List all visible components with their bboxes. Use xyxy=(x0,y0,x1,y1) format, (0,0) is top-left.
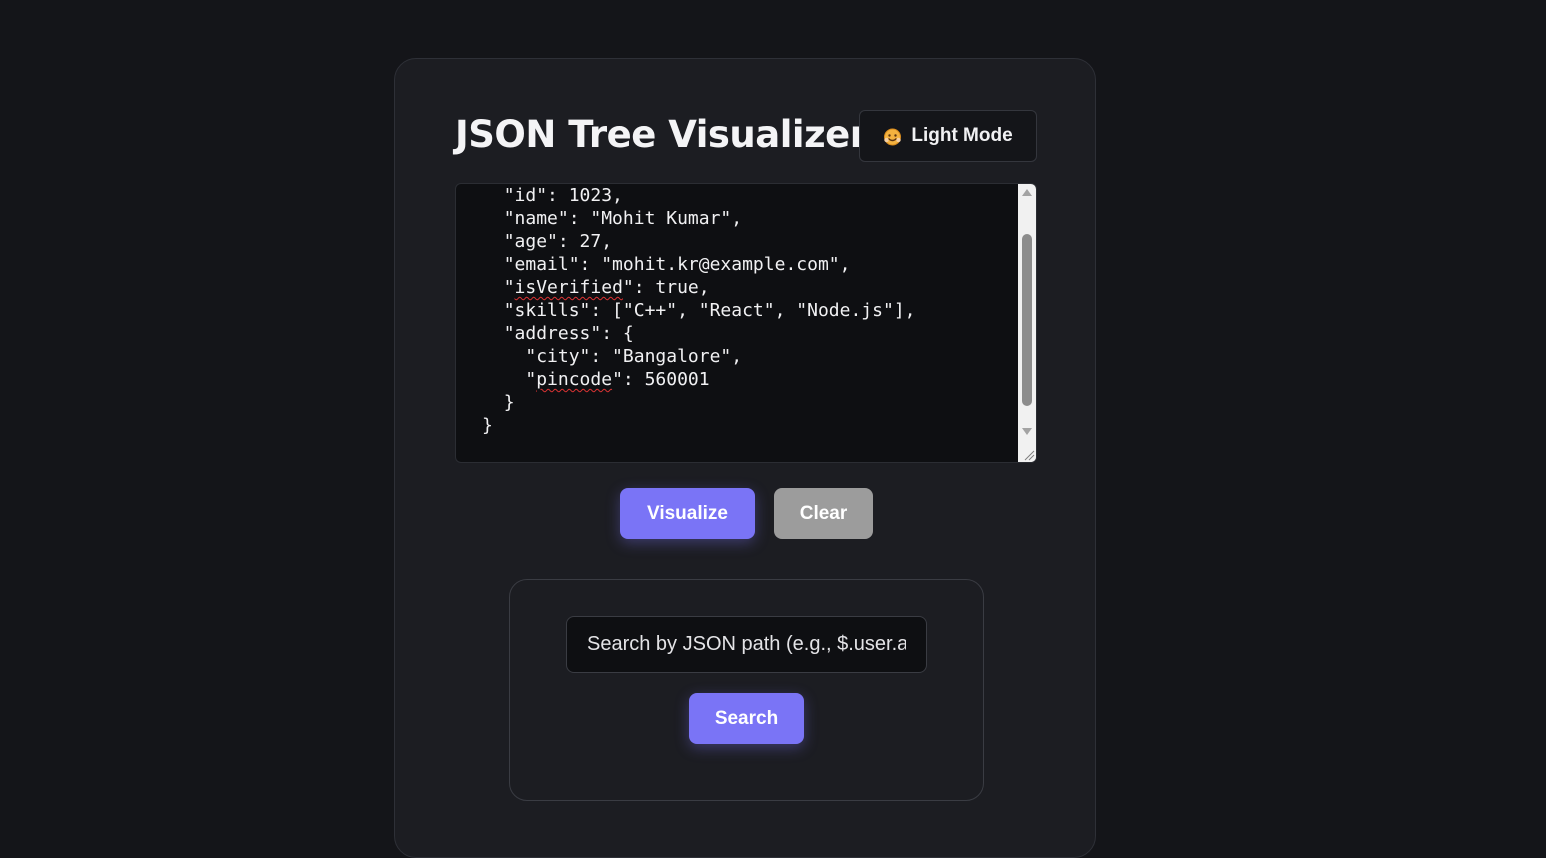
editor-line-text: "email": "mohit.kr@example.com", xyxy=(503,254,851,275)
editor-scrollbar[interactable] xyxy=(1018,184,1036,462)
editor-line: "isVerified": true, xyxy=(482,276,916,299)
editor-line-indent xyxy=(482,208,504,229)
editor-line: } xyxy=(482,391,916,414)
clear-button[interactable]: Clear xyxy=(774,488,873,539)
editor-line: "name": "Mohit Kumar", xyxy=(482,207,916,230)
page-title: JSON Tree Visualizer xyxy=(455,113,868,156)
spellcheck-flagged-word: pincode xyxy=(536,369,613,390)
visualize-button[interactable]: Visualize xyxy=(620,488,755,539)
editor-line-indent xyxy=(482,346,525,367)
resize-grip-icon[interactable] xyxy=(1018,444,1036,462)
editor-line-text: "name": "Mohit Kumar", xyxy=(503,208,743,229)
spellcheck-flagged-word: isVerified xyxy=(514,277,623,298)
editor-line-indent xyxy=(482,300,504,321)
editor-line: "skills": ["C++", "React", "Node.js"], xyxy=(482,299,916,322)
search-button[interactable]: Search xyxy=(689,693,804,744)
editor-line-text: } xyxy=(503,392,515,413)
smiling-face-emoji-icon xyxy=(883,127,902,146)
scroll-up-arrow-icon[interactable] xyxy=(1022,189,1032,196)
editor-line-text: } xyxy=(482,415,493,436)
editor-line-indent xyxy=(482,254,504,275)
editor-line-text: " xyxy=(503,277,515,298)
editor-line: "city": "Bangalore", xyxy=(482,345,916,368)
editor-line: "age": 27, xyxy=(482,230,916,253)
scroll-thumb[interactable] xyxy=(1022,234,1032,406)
editor-line: "id": 1023, xyxy=(482,184,916,207)
editor-line-indent xyxy=(482,277,504,298)
editor-line-indent xyxy=(482,323,504,344)
editor-line-indent xyxy=(482,392,504,413)
editor-line: "pincode": 560001 xyxy=(482,368,916,391)
editor-line: "email": "mohit.kr@example.com", xyxy=(482,253,916,276)
editor-line: } xyxy=(482,414,916,437)
json-path-search-input[interactable] xyxy=(566,616,927,673)
editor-line-text: "address": { xyxy=(503,323,634,344)
scroll-down-arrow-icon[interactable] xyxy=(1022,428,1032,435)
visualizer-card: JSON Tree Visualizer Light Mode "id": 10… xyxy=(394,58,1096,858)
json-input-text[interactable]: "id": 1023, "name": "Mohit Kumar", "age"… xyxy=(482,184,916,437)
editor-line-indent xyxy=(482,185,504,206)
light-mode-toggle-label: Light Mode xyxy=(911,125,1013,146)
editor-line-text: "age": 27, xyxy=(503,231,613,252)
editor-line-text: "id": 1023, xyxy=(503,185,623,206)
editor-line-text: "city": "Bangalore", xyxy=(525,346,743,367)
editor-line-text: "skills": ["C++", "React", "Node.js"], xyxy=(503,300,916,321)
search-panel: Search xyxy=(509,579,984,801)
light-mode-toggle-button[interactable]: Light Mode xyxy=(859,110,1037,162)
editor-line-indent xyxy=(482,369,525,390)
editor-line-indent xyxy=(482,231,504,252)
editor-line-text: ": 560001 xyxy=(612,369,710,390)
editor-line-text: " xyxy=(525,369,537,390)
editor-line-text: ": true, xyxy=(622,277,710,298)
json-input-textarea[interactable]: "id": 1023, "name": "Mohit Kumar", "age"… xyxy=(455,183,1037,463)
editor-line: "address": { xyxy=(482,322,916,345)
